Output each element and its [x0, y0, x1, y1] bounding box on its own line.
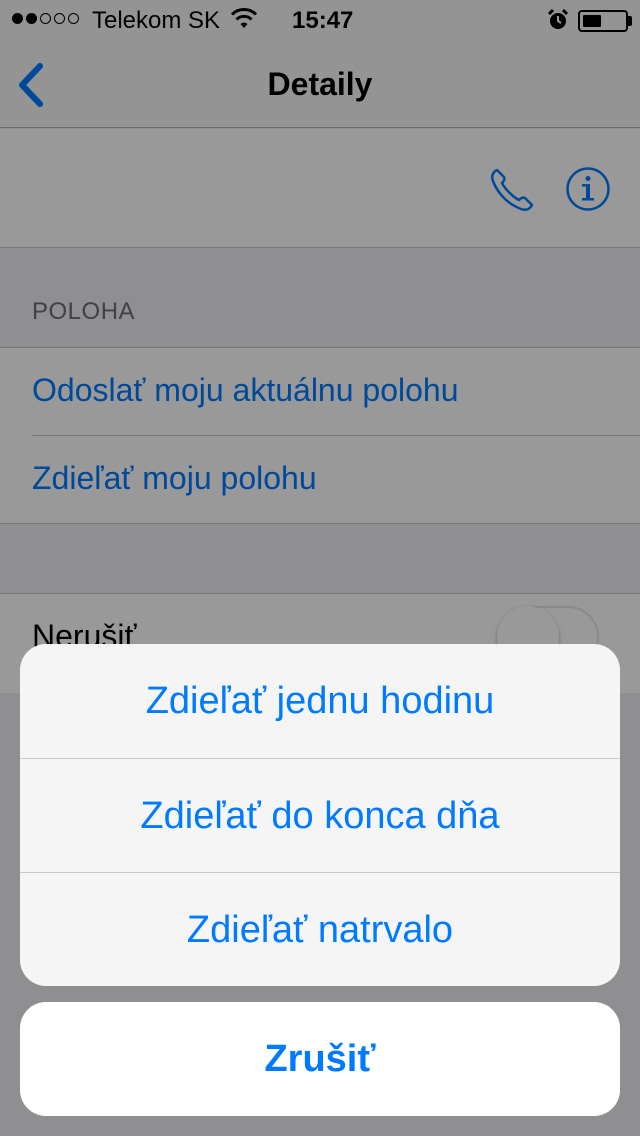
- share-indefinitely-button[interactable]: Zdieľať natrvalo: [20, 873, 620, 986]
- share-one-hour-button[interactable]: Zdieľať jednu hodinu: [20, 644, 620, 758]
- cancel-button[interactable]: Zrušiť: [20, 1002, 620, 1116]
- action-sheet-options: Zdieľať jednu hodinu Zdieľať do konca dň…: [20, 644, 620, 986]
- share-until-end-of-day-button[interactable]: Zdieľať do konca dňa: [20, 759, 620, 873]
